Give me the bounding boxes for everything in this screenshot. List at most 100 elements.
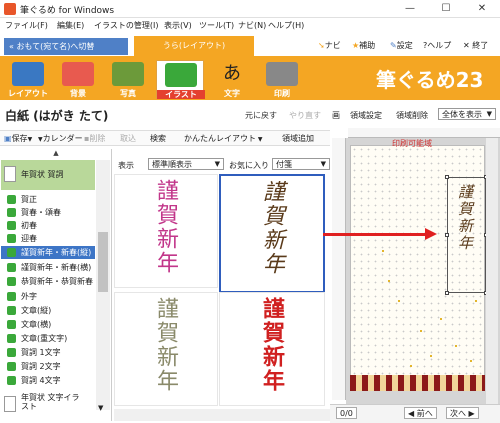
chevron-down-icon: ▼ <box>320 160 326 168</box>
exit-link[interactable]: ✕ 終了 <box>463 40 488 51</box>
callout-arrow-head-icon <box>425 228 437 240</box>
folder-icon <box>7 292 16 301</box>
close-button[interactable]: ✕ <box>464 0 500 18</box>
delete-button[interactable]: ▪削除 <box>84 133 105 144</box>
ruler-vertical <box>332 138 346 400</box>
chevron-down-icon: ▼ <box>256 136 263 143</box>
photo-icon <box>112 62 144 86</box>
resize-handle[interactable] <box>445 175 449 179</box>
category-group-header[interactable]: 年賀状 文字イラスト <box>1 390 95 420</box>
illust-cell[interactable]: 謹賀新年 <box>219 292 325 406</box>
easy-layout-button[interactable]: かんたんレイアウト ▼ <box>184 133 263 144</box>
sparkle <box>398 300 400 302</box>
save-button[interactable]: ▣保存▼ <box>4 133 32 144</box>
mode-print-button[interactable]: 印刷 <box>258 60 306 99</box>
menu-illust-manage[interactable]: イラストの管理(I) <box>94 20 158 31</box>
folder-icon <box>7 348 16 357</box>
search-button[interactable]: 検索 <box>150 133 166 144</box>
category-item[interactable]: 賀正 <box>1 193 95 206</box>
area-settings-button[interactable]: 領域設定 <box>350 110 382 121</box>
sparkle <box>430 355 432 357</box>
zoom-dropdown[interactable]: 全体を表示 ▼ <box>438 108 496 120</box>
calendar-button[interactable]: ▼カレンダー <box>38 133 83 144</box>
folder-icon <box>7 334 16 343</box>
tab-back-layout[interactable]: うら(レイアウト) <box>134 36 254 56</box>
mode-layout-button[interactable]: レイアウト <box>4 60 52 99</box>
resize-handle[interactable] <box>445 233 449 237</box>
illust-text: 謹賀新年 <box>153 297 178 393</box>
next-button[interactable]: 次へ ▶ <box>446 407 479 419</box>
category-item[interactable]: 外字 <box>1 290 95 303</box>
page-counter: 0/0 <box>336 407 357 419</box>
illust-cell[interactable]: 謹賀新年 <box>114 174 218 288</box>
category-item[interactable]: 謹賀新年・新春(横) <box>1 261 95 274</box>
navi-link[interactable]: ➘ナビ <box>318 40 341 51</box>
callout-arrow <box>323 233 427 236</box>
sort-dropdown[interactable]: 標準順表示 ▼ <box>148 158 224 170</box>
menu-navi[interactable]: ナビ(N) <box>238 20 266 31</box>
watermelon-icon <box>165 63 197 87</box>
grid-scrollbar[interactable] <box>114 409 330 421</box>
mode-text-button[interactable]: あ 文字 <box>208 60 256 99</box>
view-button[interactable]: 画 <box>332 110 340 121</box>
mode-background-button[interactable]: 背景 <box>54 60 102 99</box>
category-item[interactable]: 恭賀新年・恭賀新春 <box>1 275 95 288</box>
switch-to-front-tab[interactable]: « おもて(宛て名)へ切替 <box>4 38 128 55</box>
category-item[interactable]: 文章(重文字) <box>1 332 95 345</box>
sparkle <box>388 280 390 282</box>
menu-tool[interactable]: ツール(T) <box>199 20 234 31</box>
maximize-button[interactable]: ☐ <box>428 0 464 18</box>
sparkle <box>410 365 412 367</box>
menu-view[interactable]: 表示(V) <box>164 20 192 31</box>
chevron-down-icon: ▼ <box>486 110 492 118</box>
wrench-icon: ✎ <box>390 41 397 50</box>
scroll-up-arrow-icon[interactable]: ▲ <box>0 149 112 159</box>
scroll-down-arrow-icon[interactable]: ▼ <box>98 404 103 412</box>
area-delete-button[interactable]: 領域削除 <box>396 110 428 121</box>
illust-cell-selected[interactable]: 謹賀新年 <box>219 174 325 293</box>
favorite-label: お気に入り <box>229 161 269 170</box>
menu-edit[interactable]: 編集(E) <box>57 20 84 31</box>
folder-icon <box>7 234 16 243</box>
settings-link[interactable]: ✎設定 <box>390 40 413 51</box>
background-icon <box>62 62 94 86</box>
folder-icon <box>7 263 16 272</box>
window-title: 筆ぐるめ for Windows <box>20 6 115 16</box>
illust-text: 謹賀新年 <box>259 297 285 393</box>
category-item[interactable]: 賀詞 4文字 <box>1 374 95 387</box>
resize-handle[interactable] <box>445 291 449 295</box>
category-item[interactable]: 賀詞 1文字 <box>1 346 95 359</box>
category-item-selected[interactable]: 謹賀新年・新春(縦) <box>1 246 95 259</box>
sparkle <box>475 300 477 302</box>
category-item[interactable]: 初春 <box>1 219 95 232</box>
category-item[interactable]: 賀詞 2文字 <box>1 360 95 373</box>
category-item[interactable]: 文章(縦) <box>1 304 95 317</box>
folder-icon <box>7 320 16 329</box>
category-item[interactable]: 文章(横) <box>1 318 95 331</box>
text-icon: あ <box>216 62 248 86</box>
import-button[interactable]: 取込 <box>120 133 136 144</box>
favorite-dropdown[interactable]: 付箋 ▼ <box>272 158 330 170</box>
minimize-button[interactable]: — <box>392 0 428 18</box>
category-group-header[interactable]: 年賀状 賀詞 <box>1 160 95 190</box>
mode-illust-button[interactable]: イラスト <box>156 60 205 99</box>
category-item[interactable]: 迎春 <box>1 232 95 245</box>
add-area-button[interactable]: 領域追加 <box>282 133 314 144</box>
chevron-down-icon: ▼ <box>214 160 220 168</box>
category-item[interactable]: 賀春・頌春 <box>1 206 95 219</box>
mode-photo-button[interactable]: 写真 <box>104 60 152 99</box>
help-link[interactable]: ?ヘルプ <box>423 40 451 51</box>
redo-button[interactable]: やり直す <box>289 110 321 121</box>
scrollbar-thumb[interactable] <box>98 232 108 292</box>
menu-file[interactable]: ファイル(F) <box>5 20 48 31</box>
menu-help[interactable]: ヘルプ(H) <box>268 20 304 31</box>
placed-illust-text: 謹賀新年 <box>456 184 474 252</box>
placed-illust-frame[interactable]: 謹賀新年 <box>447 177 486 293</box>
undo-button[interactable]: 元に戻す <box>245 110 277 121</box>
assist-link[interactable]: ★補助 <box>352 40 375 51</box>
prev-button[interactable]: ◀ 前へ <box>404 407 437 419</box>
navi-icon: ➘ <box>318 41 325 50</box>
sparkle <box>455 345 457 347</box>
canvas-scrollbar[interactable] <box>486 138 498 404</box>
illust-cell[interactable]: 謹賀新年 <box>114 292 218 406</box>
